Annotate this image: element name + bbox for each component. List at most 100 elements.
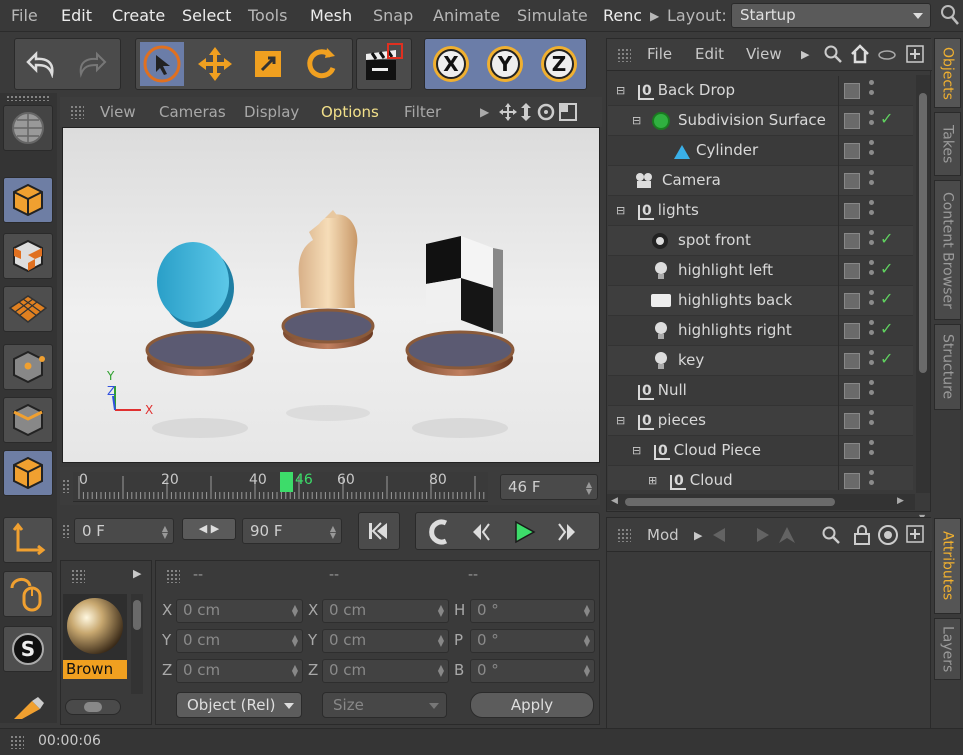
grip-handle[interactable]: [617, 48, 631, 62]
viewport-menu-filter[interactable]: Filter: [404, 103, 441, 121]
next-frame-button[interactable]: [547, 515, 587, 549]
overflow-arrow-icon[interactable]: ▶: [480, 105, 489, 119]
tab-objects[interactable]: Objects: [934, 38, 961, 108]
current-frame-field[interactable]: 46 F ▲ ▼: [500, 474, 598, 500]
spinner-icon[interactable]: ▲ ▼: [584, 664, 590, 678]
snap-mode-button[interactable]: S: [3, 626, 53, 672]
pan-view-icon[interactable]: [498, 102, 518, 126]
texture-mode-button[interactable]: [3, 233, 53, 279]
grip-handle[interactable]: [6, 95, 50, 101]
tree-row[interactable]: spot front ✓: [608, 226, 913, 256]
zoom-view-icon[interactable]: [518, 102, 534, 126]
layer-icon[interactable]: [844, 293, 860, 309]
enabled-check-icon[interactable]: ✓: [880, 349, 893, 368]
lock-icon[interactable]: [853, 524, 871, 550]
size-mode-dropdown[interactable]: Size: [322, 692, 447, 718]
range-slider-button[interactable]: ◀ ▶: [182, 518, 236, 540]
rotate-tool-button[interactable]: [299, 42, 343, 86]
spinner-icon[interactable]: ▲ ▼: [438, 634, 444, 648]
visibility-dots-icon[interactable]: [869, 350, 875, 372]
paint-brush-icon[interactable]: [8, 695, 48, 721]
tree-row[interactable]: ⊞ 0 Cloud: [608, 466, 913, 490]
menu-mesh[interactable]: Mesh: [310, 6, 352, 25]
size-y-field[interactable]: 0 cm ▲ ▼: [322, 629, 449, 653]
spinner-icon[interactable]: ▲ ▼: [584, 604, 590, 618]
move-tool-button[interactable]: [193, 42, 237, 86]
menu-tools[interactable]: Tools: [248, 6, 287, 25]
axis-mode-button[interactable]: [3, 517, 53, 563]
grip-handle[interactable]: [617, 528, 631, 542]
history-icon[interactable]: [777, 525, 797, 549]
tree-row[interactable]: ⊟ 0 pieces: [608, 406, 913, 436]
menu-simulate[interactable]: Simulate: [517, 6, 588, 25]
maximize-view-icon[interactable]: [558, 102, 578, 126]
redo-button[interactable]: [70, 42, 114, 86]
objects-menu-edit[interactable]: Edit: [695, 45, 724, 63]
layer-icon[interactable]: [844, 143, 860, 159]
layer-icon[interactable]: [844, 323, 860, 339]
visibility-dots-icon[interactable]: [869, 290, 875, 312]
undo-button[interactable]: [19, 42, 63, 86]
model-mode-button[interactable]: [3, 177, 53, 223]
menu-edit[interactable]: Edit: [61, 6, 92, 25]
rotation-p-field[interactable]: 0 ° ▲ ▼: [470, 629, 595, 653]
grip-handle[interactable]: [62, 524, 70, 538]
search-icon[interactable]: [940, 4, 960, 30]
tree-row[interactable]: Cylinder: [608, 136, 913, 166]
layer-icon[interactable]: [844, 383, 860, 399]
workplane-mode-button[interactable]: [3, 286, 53, 332]
search-icon[interactable]: [823, 44, 843, 68]
collapse-icon[interactable]: ⊟: [616, 414, 625, 427]
tree-row[interactable]: Camera: [608, 166, 913, 196]
grip-handle[interactable]: [70, 105, 84, 119]
menu-snap[interactable]: Snap: [373, 6, 413, 25]
tree-row[interactable]: ⊟ 0 Cloud Piece: [608, 436, 913, 466]
visibility-dots-icon[interactable]: [869, 200, 875, 222]
layer-icon[interactable]: [844, 263, 860, 279]
collapse-icon[interactable]: ⊟: [616, 84, 625, 97]
menu-animate[interactable]: Animate: [433, 6, 500, 25]
layer-icon[interactable]: [844, 353, 860, 369]
spinner-icon[interactable]: ▲ ▼: [330, 525, 336, 540]
tree-row[interactable]: highlights back ✓: [608, 286, 913, 316]
visibility-dots-icon[interactable]: [869, 110, 875, 132]
layer-icon[interactable]: [844, 173, 860, 189]
timeline-ruler[interactable]: 0 20 40 46 60 80: [73, 472, 488, 502]
material-swatch[interactable]: Brown: [63, 594, 127, 679]
grip-handle[interactable]: [166, 569, 180, 583]
visibility-dots-icon[interactable]: [869, 170, 875, 192]
grip-handle[interactable]: [62, 479, 70, 493]
end-frame-field[interactable]: 90 F ▲ ▼: [242, 518, 342, 544]
3d-viewport[interactable]: Y Z X: [62, 127, 600, 463]
scrollbar-thumb[interactable]: [133, 600, 141, 630]
layout-dropdown[interactable]: Startup: [731, 3, 931, 28]
menu-overflow-arrow-icon[interactable]: ▶: [650, 9, 659, 23]
overflow-arrow-icon[interactable]: ▶: [801, 48, 809, 61]
new-panel-icon[interactable]: [905, 44, 925, 68]
enabled-check-icon[interactable]: ✓: [880, 109, 893, 128]
rotation-h-field[interactable]: 0 ° ▲ ▼: [470, 599, 595, 623]
scroll-right-icon[interactable]: ▶: [897, 496, 904, 506]
tab-layers[interactable]: Layers: [934, 618, 961, 680]
collapse-icon[interactable]: ⊟: [616, 204, 625, 217]
points-mode-button[interactable]: [3, 344, 53, 390]
visibility-dots-icon[interactable]: [869, 80, 875, 102]
spinner-icon[interactable]: ▲ ▼: [162, 525, 168, 540]
enabled-check-icon[interactable]: ✓: [880, 259, 893, 278]
render-settings-button[interactable]: [362, 42, 406, 86]
menu-create[interactable]: Create: [112, 6, 165, 25]
grip-handle[interactable]: [71, 569, 85, 583]
scale-tool-button[interactable]: [246, 42, 290, 86]
visibility-dots-icon[interactable]: [869, 380, 875, 402]
search-icon[interactable]: [821, 525, 841, 549]
tree-row[interactable]: 0 Null: [608, 376, 913, 406]
menu-select[interactable]: Select: [182, 6, 231, 25]
tree-row[interactable]: highlights right ✓: [608, 316, 913, 346]
enabled-check-icon[interactable]: ✓: [880, 319, 893, 338]
layer-icon[interactable]: [844, 473, 860, 489]
layer-icon[interactable]: [844, 203, 860, 219]
visibility-dots-icon[interactable]: [869, 470, 875, 490]
layer-icon[interactable]: [844, 443, 860, 459]
objects-menu-file[interactable]: File: [647, 45, 672, 63]
enabled-check-icon[interactable]: ✓: [880, 229, 893, 248]
